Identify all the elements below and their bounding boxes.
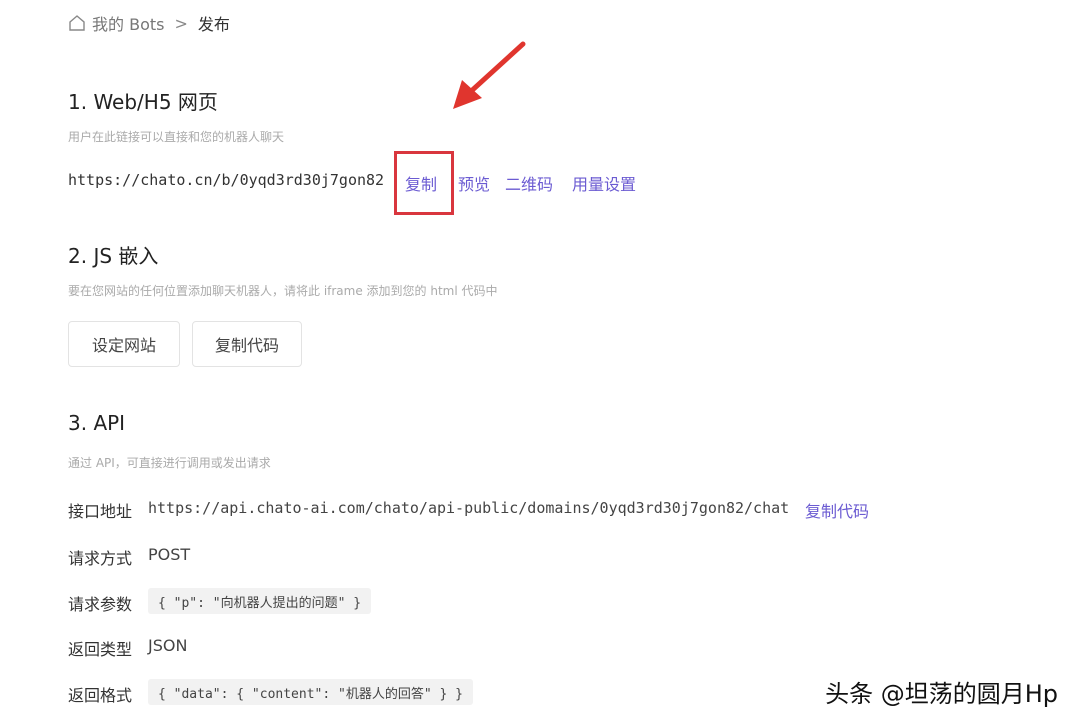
endpoint-label: 接口地址: [68, 502, 133, 521]
endpoint-url: https://api.chato-ai.com/chato/api-publi…: [148, 499, 790, 517]
share-url: https://chato.cn/b/0yqd3rd30j7gon82: [68, 171, 385, 189]
set-website-button[interactable]: 设定网站: [68, 321, 180, 367]
usage-settings-link[interactable]: 用量设置: [572, 171, 636, 195]
copy-code-button[interactable]: 复制代码: [192, 321, 302, 367]
breadcrumb: 我的 Bots > 发布: [68, 12, 230, 34]
preview-link[interactable]: 预览: [458, 171, 490, 195]
breadcrumb-current: 发布: [197, 15, 230, 34]
return-format-value: { "data": { "content": "机器人的回答" } }: [148, 679, 473, 705]
breadcrumb-my-bots[interactable]: 我的 Bots: [92, 11, 164, 35]
endpoint-copy-code-link[interactable]: 复制代码: [805, 498, 869, 522]
method-value: POST: [148, 545, 191, 564]
breadcrumb-separator: >: [174, 13, 188, 33]
home-icon[interactable]: [68, 14, 86, 32]
return-type-label: 返回类型: [68, 640, 133, 659]
qrcode-link[interactable]: 二维码: [505, 171, 553, 195]
return-type-value: JSON: [148, 636, 188, 655]
section-js-embed-title: 2. JS 嵌入: [68, 244, 159, 268]
section-api-desc: 通过 API，可直接进行调用或发出请求: [68, 456, 271, 470]
highlight-box: [394, 151, 454, 215]
section-js-embed-desc: 要在您网站的任何位置添加聊天机器人，请将此 iframe 添加到您的 html …: [68, 284, 498, 298]
section-web-h5-title: 1. Web/H5 网页: [68, 90, 218, 114]
params-value: { "p": "向机器人提出的问题" }: [148, 588, 372, 614]
watermark: 头条 @坦荡的圆月Hp: [825, 680, 1058, 708]
params-label: 请求参数: [68, 595, 133, 614]
red-arrow-icon: [453, 41, 526, 109]
method-label: 请求方式: [68, 549, 133, 568]
section-api-title: 3. API: [68, 411, 126, 435]
return-format-label: 返回格式: [68, 686, 133, 705]
section-web-h5-desc: 用户在此链接可以直接和您的机器人聊天: [68, 130, 285, 144]
